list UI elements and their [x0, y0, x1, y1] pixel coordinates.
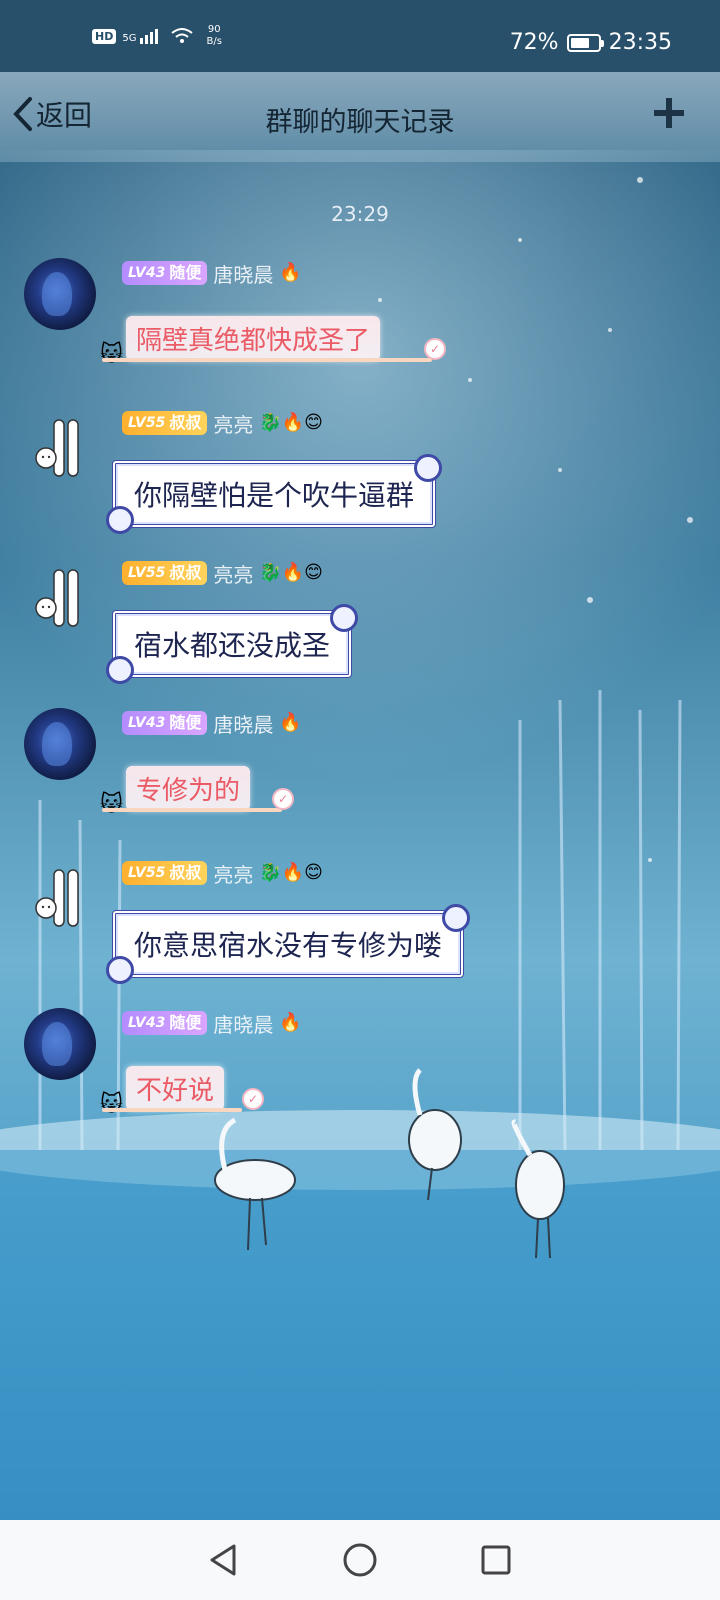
cat-sticker-icon: 🐱 [100, 792, 123, 817]
avatar[interactable] [30, 412, 90, 482]
level-number: LV55 [128, 415, 166, 431]
bubble-underline [102, 1108, 242, 1112]
sender-meta: LV55 叔叔 亮亮 🐉🔥😊 [122, 409, 323, 438]
signal-icon: 5G [122, 28, 159, 44]
badge-icons: 🐉🔥😊 [259, 862, 323, 883]
message-bubble[interactable]: 🐱 不好说 ✓ [100, 1066, 264, 1122]
avatar[interactable] [24, 708, 96, 780]
message-bubble[interactable]: 你隔壁怕是个吹牛逼群 [106, 454, 443, 534]
member-title: 叔叔 [169, 563, 202, 582]
message-bubble[interactable]: 🐱 专修为的 ✓ [100, 766, 294, 822]
checkmark-icon: ✓ [242, 1088, 264, 1110]
checkmark-icon: ✓ [424, 338, 446, 360]
badge-icons: 🐉🔥😊 [259, 412, 323, 433]
wifi-icon [171, 28, 194, 43]
level-badge: LV43 随便 [122, 261, 208, 285]
sender-meta: LV43 随便 唐晓晨 🔥 [122, 709, 302, 738]
level-number: LV43 [128, 265, 166, 281]
level-number: LV43 [128, 1015, 166, 1031]
member-title: 随便 [169, 713, 202, 732]
sender-meta: LV43 随便 唐晓晨 🔥 [122, 259, 302, 288]
net-speed-value: 90 [207, 24, 221, 35]
level-badge: LV55 叔叔 [122, 561, 208, 585]
message-bubble[interactable]: 宿水都还没成圣 [106, 604, 359, 684]
network-type-label: 5G [122, 32, 137, 44]
message-text: 不好说 [126, 1066, 225, 1111]
checkmark-icon: ✓ [272, 788, 294, 810]
message-text: 宿水都还没成圣 [134, 629, 331, 662]
clock: 23:35 [608, 30, 672, 55]
chat-header: 返回 群聊的聊天记录 [0, 72, 720, 162]
avatar[interactable] [30, 562, 90, 632]
message-bubble[interactable]: 🐱 隔壁真绝都快成圣了 ✓ [100, 316, 446, 372]
sender-name[interactable]: 唐晓晨 [213, 709, 273, 738]
bubble-ornament-icon [106, 956, 134, 984]
bubble-underline [102, 808, 282, 812]
message-text: 隔壁真绝都快成圣了 [126, 316, 381, 361]
net-speed-unit: B/s [206, 36, 222, 47]
badge-icons: 🐉🔥😊 [259, 562, 323, 583]
avatar[interactable] [24, 258, 96, 330]
back-triangle-icon[interactable] [206, 1542, 242, 1578]
home-circle-icon[interactable] [342, 1542, 378, 1578]
battery-icon [566, 33, 604, 52]
chat-timestamp: 23:29 [331, 202, 389, 226]
bubble-ornament-icon [106, 656, 134, 684]
level-badge: LV43 随便 [122, 711, 208, 735]
battery-fill [570, 37, 590, 48]
message-text: 你隔壁怕是个吹牛逼群 [134, 479, 415, 512]
message-bubble[interactable]: 你意思宿水没有专修为喽 [106, 904, 471, 984]
status-right: 72% 23:35 [510, 30, 672, 55]
sender-name[interactable]: 亮亮 [213, 559, 253, 588]
bubble-ornament-icon [442, 904, 471, 932]
sender-name[interactable]: 亮亮 [213, 859, 253, 888]
plus-icon[interactable] [652, 96, 686, 130]
recents-square-icon[interactable] [478, 1542, 514, 1578]
sender-name[interactable]: 唐晓晨 [213, 259, 273, 288]
flame-icon: 🔥 [279, 712, 302, 733]
net-speed: 90 B/s [206, 24, 221, 48]
hd-icon: HD [92, 28, 117, 44]
bubble-ornament-icon [414, 454, 443, 482]
message-text: 专修为的 [126, 766, 251, 811]
level-badge: LV43 随便 [122, 1011, 208, 1035]
member-title: 叔叔 [169, 413, 202, 432]
level-number: LV43 [128, 715, 166, 731]
message-text: 你意思宿水没有专修为喽 [134, 929, 443, 962]
member-title: 随便 [169, 1013, 202, 1032]
level-badge: LV55 叔叔 [122, 411, 208, 435]
flame-icon: 🔥 [279, 1012, 302, 1033]
member-title: 叔叔 [169, 863, 202, 882]
sender-name[interactable]: 亮亮 [213, 409, 253, 438]
avatar[interactable] [24, 1008, 96, 1080]
sender-meta: LV55 叔叔 亮亮 🐉🔥😊 [122, 859, 323, 888]
page-title: 群聊的聊天记录 [265, 107, 455, 138]
status-left: HD 5G 90 B/s [92, 24, 222, 48]
flame-icon: 🔥 [279, 262, 302, 283]
sender-meta: LV43 随便 唐晓晨 🔥 [122, 1009, 302, 1038]
bubble-underline [102, 358, 432, 362]
battery-percent: 72% [509, 30, 559, 55]
level-number: LV55 [128, 565, 166, 581]
bubble-ornament-icon [330, 604, 359, 632]
sender-name[interactable]: 唐晓晨 [213, 1009, 273, 1038]
status-bar: HD 5G 90 B/s 72% 23:35 [0, 0, 720, 72]
level-badge: LV55 叔叔 [122, 861, 208, 885]
member-title: 随便 [169, 263, 202, 282]
cat-sticker-icon: 🐱 [100, 342, 123, 367]
level-number: LV55 [128, 865, 166, 881]
system-nav-bar [0, 1520, 720, 1600]
cat-sticker-icon: 🐱 [100, 1092, 123, 1117]
avatar[interactable] [30, 862, 90, 932]
sender-meta: LV55 叔叔 亮亮 🐉🔥😊 [122, 559, 323, 588]
bubble-ornament-icon [106, 506, 134, 534]
